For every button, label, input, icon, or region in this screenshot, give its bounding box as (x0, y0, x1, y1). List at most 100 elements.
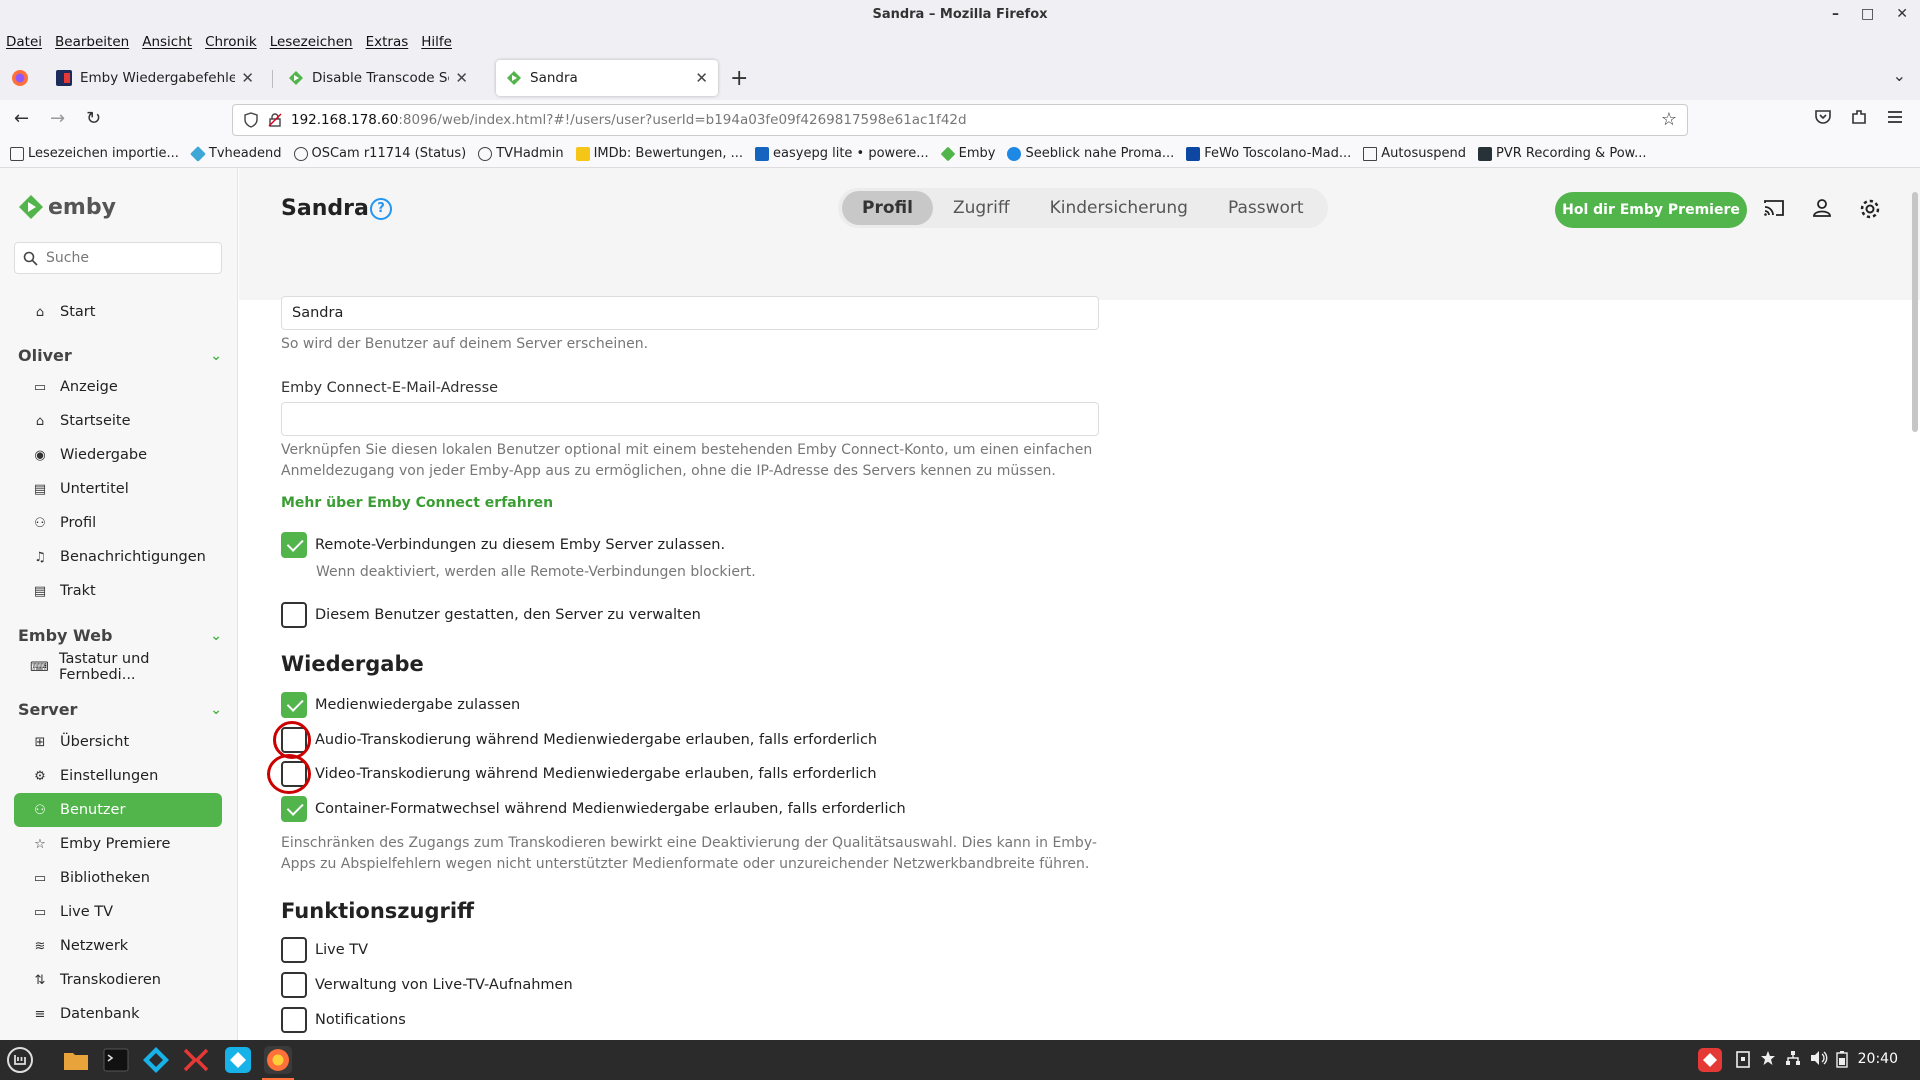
bookmark-autosuspend[interactable]: Autosuspend (1363, 146, 1466, 161)
sidebar-section-oliver[interactable]: Oliver ⌄ (18, 346, 222, 365)
menu-datei[interactable]: Datei (6, 34, 42, 50)
bookmark-fewo[interactable]: FeWo Toscolano-Mad... (1186, 146, 1351, 161)
tab-kindersicherung[interactable]: Kindersicherung (1030, 191, 1208, 225)
insecure-lock-icon[interactable] (267, 112, 283, 128)
live-tv-management-checkbox[interactable] (281, 972, 307, 998)
sidebar-item-emby-premiere[interactable]: ☆ Emby Premiere (14, 827, 222, 861)
sidebar-item-einstellungen[interactable]: ⚙ Einstellungen (14, 759, 222, 793)
page-scrollbar[interactable] (1912, 192, 1918, 432)
star-tray-icon[interactable] (1760, 1050, 1776, 1066)
notifications-checkbox[interactable] (281, 1007, 307, 1033)
live-tv-row[interactable]: Live TV (281, 937, 368, 963)
search-input[interactable]: Suche (14, 242, 222, 274)
sidebar-item-start[interactable]: ⌂ Start (14, 295, 222, 329)
anydesk-icon[interactable] (182, 1046, 210, 1074)
sidebar-item-tastatur[interactable]: ⌨ Tastatur und Fernbedi... (14, 650, 222, 684)
shield-icon[interactable] (243, 112, 259, 128)
bookmark-import[interactable]: Lesezeichen importie... (10, 146, 179, 161)
connect-email-input[interactable] (281, 402, 1099, 436)
sidebar-item-wiedergabe[interactable]: ◉ Wiedergabe (14, 438, 222, 472)
extensions-icon[interactable] (1850, 108, 1868, 126)
close-icon[interactable]: ✕ (1896, 6, 1908, 22)
remote-access-checkbox[interactable] (281, 532, 307, 558)
terminal-icon[interactable] (102, 1046, 130, 1074)
new-tab-button[interactable]: + (730, 66, 748, 91)
battery-icon[interactable] (1836, 1050, 1848, 1068)
user-icon[interactable] (1812, 198, 1832, 218)
sidebar-section-emby-web[interactable]: Emby Web ⌄ (18, 626, 222, 645)
notifications-row[interactable]: Notifications (281, 1007, 406, 1033)
forward-button[interactable]: → (50, 108, 65, 129)
tab-disable-transcode[interactable]: Disable Transcode Setting C ✕ (278, 60, 478, 96)
sidebar-item-transkodieren[interactable]: ⇅ Transkodieren (14, 963, 222, 997)
sidebar-item-uebersicht[interactable]: ⊞ Übersicht (14, 725, 222, 759)
tab-close-icon[interactable]: ✕ (241, 69, 254, 87)
reload-button[interactable]: ↻ (86, 108, 101, 129)
get-premiere-button[interactable]: Hol dir Emby Premiere (1555, 192, 1747, 228)
tab-sandra[interactable]: Sandra ✕ (496, 60, 718, 96)
media-playback-checkbox[interactable] (281, 692, 307, 718)
bookmark-oscam[interactable]: OSCam r11714 (Status) (293, 146, 466, 161)
maximize-icon[interactable]: □ (1861, 6, 1874, 22)
hamburger-menu-icon[interactable] (1886, 108, 1904, 126)
container-remux-row[interactable]: Container-Formatwechsel während Medienwi… (281, 796, 906, 822)
url-bar[interactable]: 192.168.178.60:8096/web/index.html?#!/us… (232, 104, 1688, 136)
bookmark-star-icon[interactable]: ☆ (1661, 109, 1677, 130)
menu-ansicht[interactable]: Ansicht (142, 34, 192, 50)
tab-profil[interactable]: Profil (842, 191, 933, 225)
bookmark-emby[interactable]: Emby (940, 146, 995, 161)
kodi-alt-icon[interactable] (224, 1046, 252, 1074)
bookmark-pvr[interactable]: PVR Recording & Pow... (1478, 146, 1646, 161)
bookmark-imdb[interactable]: IMDb: Bewertungen, ... (575, 146, 743, 161)
mint-menu-icon[interactable] (6, 1046, 34, 1074)
cast-icon[interactable] (1763, 198, 1785, 218)
tab-emby-fehler[interactable]: Emby Wiedergabefehler be ✕ (46, 60, 264, 96)
files-folder-icon[interactable] (62, 1046, 90, 1074)
menu-chronik[interactable]: Chronik (205, 34, 257, 50)
live-tv-management-row[interactable]: Verwaltung von Live-TV-Aufnahmen (281, 972, 573, 998)
sidebar-item-profil[interactable]: ⚇ Profil (14, 506, 222, 540)
live-tv-checkbox[interactable] (281, 937, 307, 963)
media-playback-row[interactable]: Medienwiedergabe zulassen (281, 692, 520, 718)
sidebar-item-startseite[interactable]: ⌂ Startseite (14, 404, 222, 438)
minimize-icon[interactable]: – (1832, 6, 1839, 22)
audio-transcode-row[interactable]: Audio-Transkodierung während Medienwiede… (281, 727, 877, 753)
bookmark-tvheadend[interactable]: Tvheadend (189, 145, 282, 162)
sidebar-item-netzwerk[interactable]: ≋ Netzwerk (14, 929, 222, 963)
kodi-icon[interactable] (142, 1046, 170, 1074)
sidebar-section-server[interactable]: Server ⌄ (18, 700, 222, 719)
sidebar-item-datenbank[interactable]: ≡ Datenbank (14, 997, 222, 1031)
tab-zugriff[interactable]: Zugriff (933, 191, 1030, 225)
name-input[interactable]: Sandra (281, 296, 1099, 330)
menu-lesezeichen[interactable]: Lesezeichen (270, 34, 353, 50)
tab-list-chevron-icon[interactable]: ⌄ (1893, 66, 1906, 85)
sidebar-item-bibliotheken[interactable]: ▭ Bibliotheken (14, 861, 222, 895)
settings-gear-icon[interactable] (1859, 198, 1881, 220)
anydesk-tray-icon[interactable] (1698, 1048, 1722, 1072)
back-button[interactable]: ← (14, 108, 29, 129)
menu-hilfe[interactable]: Hilfe (421, 34, 452, 50)
admin-checkbox[interactable] (281, 602, 307, 628)
admin-row[interactable]: Diesem Benutzer gestatten, den Server zu… (281, 602, 701, 628)
pocket-icon[interactable] (1814, 108, 1832, 126)
sidebar-item-benutzer[interactable]: ⚇ Benutzer (14, 793, 222, 827)
sidebar-item-anzeige[interactable]: ▭ Anzeige (14, 370, 222, 404)
menu-extras[interactable]: Extras (366, 34, 409, 50)
tab-close-icon[interactable]: ✕ (695, 69, 708, 87)
bookmark-seeblick[interactable]: Seeblick nahe Proma... (1007, 146, 1174, 161)
emby-logo[interactable]: emby (18, 194, 116, 220)
sidebar-item-live-tv[interactable]: ▭ Live TV (14, 895, 222, 929)
firefox-icon[interactable] (10, 68, 30, 88)
sidebar-item-untertitel[interactable]: ▤ Untertitel (14, 472, 222, 506)
connect-learn-more-link[interactable]: Mehr über Emby Connect erfahren (281, 495, 553, 511)
firefox-taskbar-icon[interactable] (264, 1046, 292, 1074)
menu-bearbeiten[interactable]: Bearbeiten (55, 34, 129, 50)
tab-close-icon[interactable]: ✕ (455, 69, 468, 87)
bookmark-easyepg[interactable]: easyepg lite • powere... (755, 146, 929, 161)
volume-icon[interactable] (1810, 1050, 1828, 1066)
sidebar-item-benachrichtigungen[interactable]: ♫ Benachrichtigungen (14, 540, 222, 574)
tab-passwort[interactable]: Passwort (1208, 191, 1324, 225)
sidebar-item-trakt[interactable]: ▤ Trakt (14, 574, 222, 608)
video-transcode-row[interactable]: Video-Transkodierung während Medienwiede… (281, 761, 877, 787)
container-remux-checkbox[interactable] (281, 796, 307, 822)
